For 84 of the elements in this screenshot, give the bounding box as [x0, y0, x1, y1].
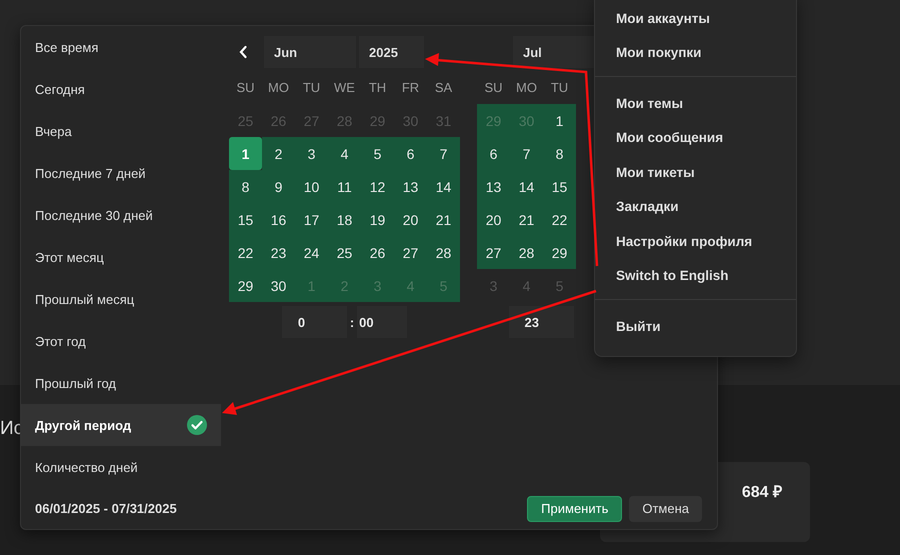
- calendar-day[interactable]: 22: [543, 203, 576, 236]
- calendar-day[interactable]: 12: [361, 170, 394, 203]
- hours-field[interactable]: 23: [508, 306, 574, 338]
- chevron-left-icon[interactable]: [238, 45, 248, 59]
- calendar-day[interactable]: 4: [328, 137, 361, 170]
- calendar-day[interactable]: 28: [510, 236, 543, 269]
- calendar-day[interactable]: 11: [328, 170, 361, 203]
- calendar-day[interactable]: 1: [543, 104, 576, 137]
- check-icon: [187, 415, 207, 435]
- calendar-day[interactable]: 14: [427, 170, 460, 203]
- calendar-day[interactable]: 10: [295, 170, 328, 203]
- month-select[interactable]: Jun: [264, 36, 356, 68]
- calendar-day[interactable]: 6: [477, 137, 510, 170]
- calendar-day[interactable]: 30: [262, 269, 295, 302]
- calendar-day[interactable]: 8: [543, 137, 576, 170]
- menu-item[interactable]: Switch to English: [595, 258, 796, 293]
- preset-item[interactable]: Этот год: [21, 320, 221, 362]
- apply-button[interactable]: Применить: [527, 496, 622, 522]
- preset-item[interactable]: Этот месяц: [21, 236, 221, 278]
- calendar-day[interactable]: 29: [543, 236, 576, 269]
- preset-item[interactable]: Прошлый год: [21, 362, 221, 404]
- weekday-label: MO: [267, 79, 290, 97]
- calendar-day[interactable]: 1: [229, 137, 262, 170]
- preset-item[interactable]: Количество дней: [21, 446, 221, 488]
- weekday-label: SU: [235, 79, 256, 97]
- preset-item[interactable]: Вчера: [21, 110, 221, 152]
- cancel-button[interactable]: Отмена: [629, 496, 702, 522]
- calendar-day[interactable]: 19: [361, 203, 394, 236]
- weekday-label: TH: [368, 79, 388, 97]
- preset-item[interactable]: Последние 30 дней: [21, 194, 221, 236]
- year-select[interactable]: 2025: [359, 36, 424, 68]
- preset-item[interactable]: Все время: [21, 26, 221, 68]
- calendar-day[interactable]: 15: [229, 203, 262, 236]
- weekday-label: SU: [483, 79, 504, 97]
- calendar-day[interactable]: 21: [427, 203, 460, 236]
- calendar-day[interactable]: 16: [262, 203, 295, 236]
- preset-item[interactable]: Последние 7 дней: [21, 152, 221, 194]
- calendar-day[interactable]: 22: [229, 236, 262, 269]
- preset-item[interactable]: Сегодня: [21, 68, 221, 110]
- calendar-day[interactable]: 18: [328, 203, 361, 236]
- calendar-day[interactable]: 13: [394, 170, 427, 203]
- calendar-day[interactable]: 20: [394, 203, 427, 236]
- menu-item[interactable]: Выйти: [595, 309, 796, 344]
- minutes-field[interactable]: 00: [357, 306, 408, 338]
- calendar-day[interactable]: 3: [295, 137, 328, 170]
- total-amount: 684 ₽: [742, 483, 782, 502]
- calendar-day[interactable]: 27: [477, 236, 510, 269]
- calendar-day[interactable]: 25: [328, 236, 361, 269]
- selected-range: 06/01/2025 - 07/31/2025: [35, 501, 177, 516]
- calendar-day[interactable]: 26: [361, 236, 394, 269]
- calendar-day[interactable]: 27: [394, 236, 427, 269]
- menu-item[interactable]: Закладки: [595, 190, 796, 224]
- weekday-label: MO: [515, 79, 538, 97]
- weekday-label: WE: [333, 79, 356, 97]
- weekday-label: SA: [434, 79, 454, 97]
- calendar-day[interactable]: 29: [229, 269, 262, 302]
- weekday-label: TU: [550, 79, 570, 97]
- time-separator: :: [350, 314, 354, 330]
- calendar-day[interactable]: 6: [394, 137, 427, 170]
- weekday-label: TU: [302, 79, 322, 97]
- calendar-day[interactable]: 21: [510, 203, 543, 236]
- calendar-day[interactable]: 28: [427, 236, 460, 269]
- menu-item[interactable]: Мои темы: [595, 86, 796, 120]
- weekday-label: FR: [400, 79, 420, 97]
- calendar-day[interactable]: 5: [361, 137, 394, 170]
- calendar-day[interactable]: 13: [477, 170, 510, 203]
- menu-item[interactable]: Мои тикеты: [595, 155, 796, 190]
- calendar-day[interactable]: 15: [543, 170, 576, 203]
- menu-item[interactable]: Мои аккаунты: [595, 1, 796, 36]
- menu-item[interactable]: Мои сообщения: [595, 120, 796, 155]
- menu-item[interactable]: Настройки профиля: [595, 224, 796, 258]
- preset-item[interactable]: Другой период: [21, 404, 221, 446]
- hours-field[interactable]: 0: [282, 306, 347, 338]
- calendar-day[interactable]: 7: [427, 137, 460, 170]
- calendar-day[interactable]: 17: [295, 203, 328, 236]
- calendar-day[interactable]: 7: [510, 137, 543, 170]
- calendar-day[interactable]: 8: [229, 170, 262, 203]
- preset-item[interactable]: Прошлый месяц: [21, 278, 221, 320]
- calendar-day[interactable]: 2: [262, 137, 295, 170]
- calendar-day[interactable]: 24: [295, 236, 328, 269]
- calendar-day[interactable]: 9: [262, 170, 295, 203]
- calendar-day[interactable]: 23: [262, 236, 295, 269]
- calendar-day[interactable]: 14: [510, 170, 543, 203]
- calendar-day[interactable]: 20: [477, 203, 510, 236]
